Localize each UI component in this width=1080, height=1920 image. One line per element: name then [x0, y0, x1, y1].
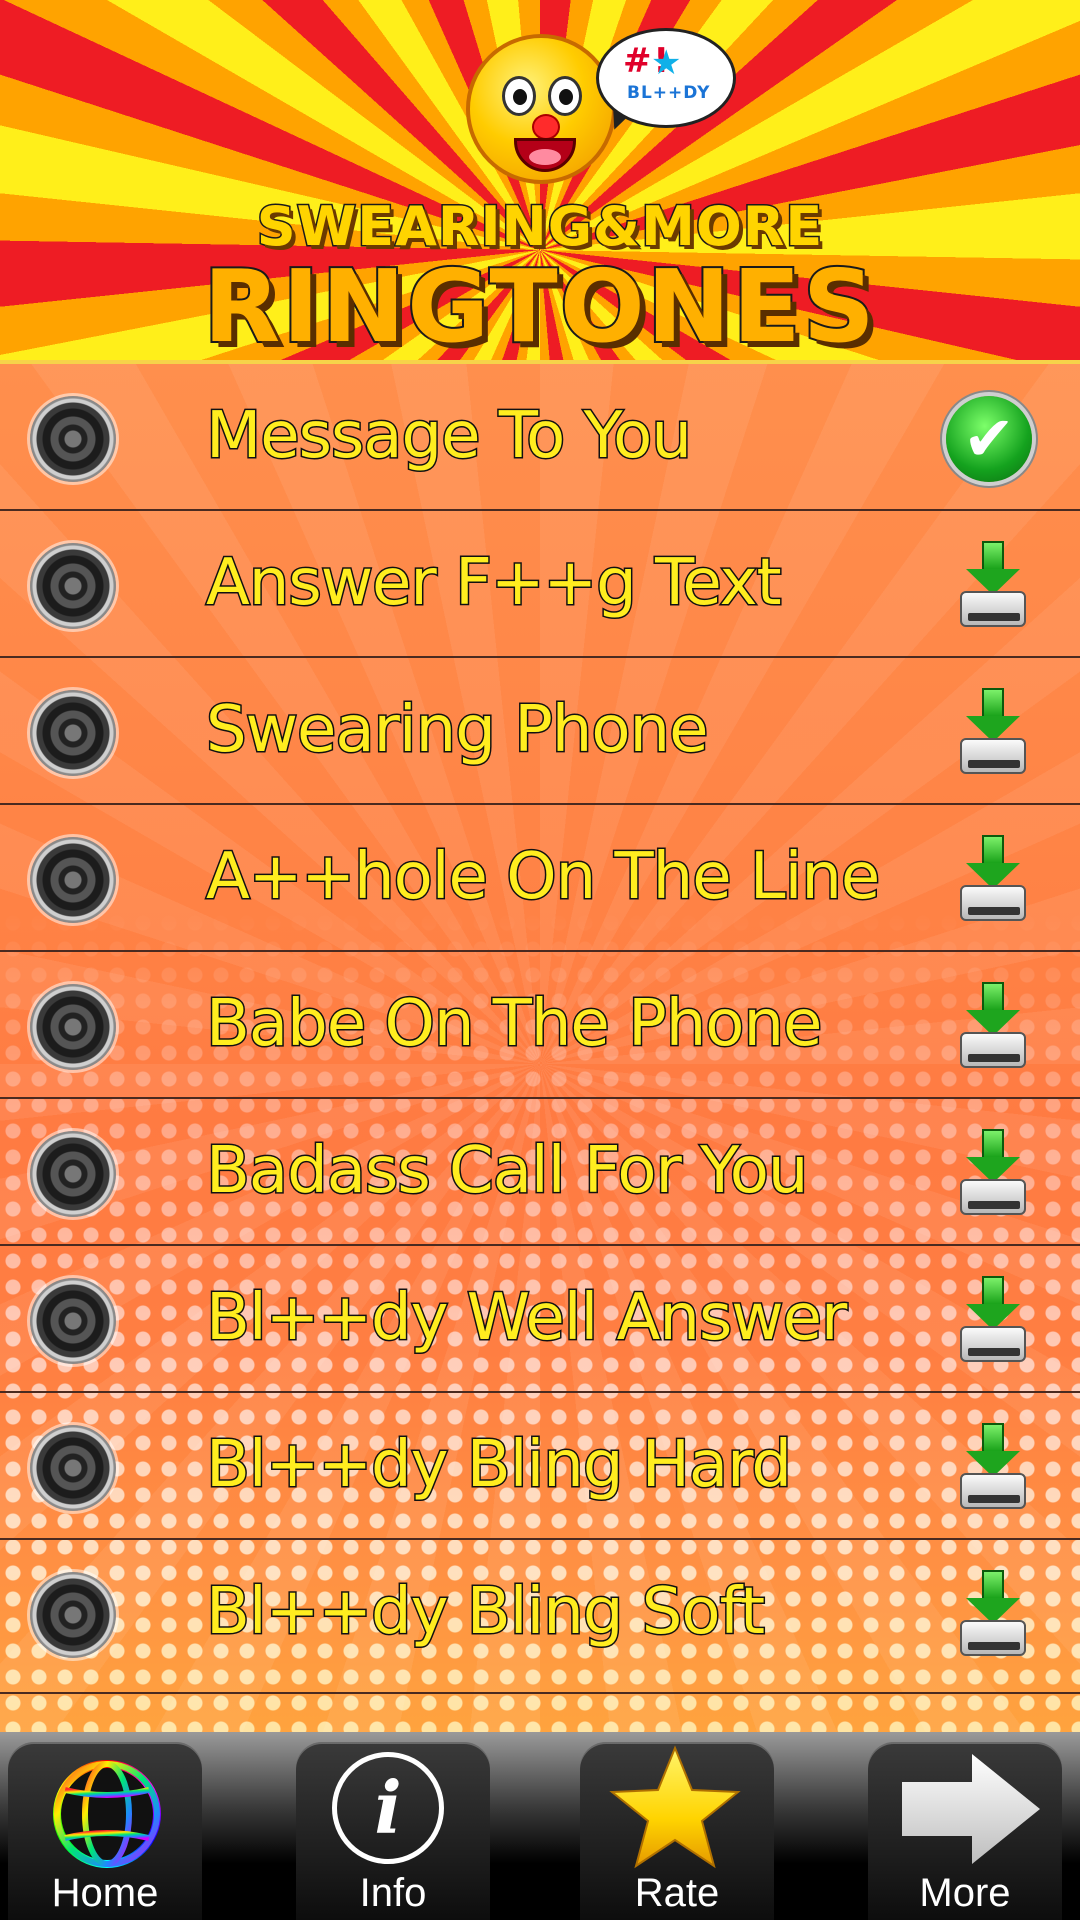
ringtone-title: A++hole On The Line [204, 839, 881, 916]
ringtone-row[interactable]: Bl++dy Well Answer [0, 1246, 1080, 1393]
ringtone-list[interactable]: Message To You ✔ Answer F++g Text Sweari… [0, 364, 1080, 1732]
speaker-icon[interactable] [30, 984, 116, 1070]
download-icon[interactable] [960, 688, 1026, 778]
speaker-icon[interactable] [30, 1278, 116, 1364]
tab-label-more: More [919, 1871, 1011, 1915]
ringtone-row[interactable]: Swearing Phone [0, 658, 1080, 805]
ringtone-title: Bl++dy Well Answer [204, 1280, 848, 1357]
download-icon[interactable] [960, 1276, 1026, 1366]
download-icon[interactable] [960, 835, 1026, 925]
tab-label-info: Info [359, 1871, 427, 1915]
tab-label-home: Home [51, 1871, 159, 1915]
app-header: #! ★ BL++DY SWEARING&MORE RINGTONES [0, 0, 1080, 362]
ringtone-title: Bl++dy Bling Soft [204, 1574, 766, 1651]
ringtone-title: Answer F++g Text [205, 545, 784, 622]
speaker-icon[interactable] [30, 396, 116, 482]
speaker-icon[interactable] [30, 1572, 116, 1658]
tab-more[interactable]: More [868, 1742, 1062, 1920]
logo-line2: RINGTONES [201, 248, 877, 362]
speaker-icon[interactable] [30, 837, 116, 923]
tab-info[interactable]: i Info [296, 1742, 490, 1920]
ringtone-title: Badass Call For You [204, 1133, 809, 1210]
speaker-icon[interactable] [30, 543, 116, 629]
tab-label-rate: Rate [634, 1871, 720, 1915]
ringtone-title: Bl++dy Bling Hard [205, 1427, 794, 1504]
smiley-mascot-icon [466, 34, 616, 184]
ringtone-row[interactable]: Answer F++g Text [0, 511, 1080, 658]
speaker-icon[interactable] [30, 1425, 116, 1511]
ringtone-row[interactable]: Bl++dy Bling Hard [0, 1393, 1080, 1540]
globe-lines [54, 1761, 160, 1867]
ringtone-row[interactable]: Babe On The Phone [0, 952, 1080, 1099]
ringtone-title: Message To You [205, 398, 694, 475]
info-icon: i [332, 1752, 444, 1864]
swear-symbols: #! ★ [623, 41, 684, 83]
download-icon[interactable] [960, 1570, 1026, 1660]
check-icon[interactable]: ✔ [946, 396, 1032, 482]
download-icon[interactable] [960, 541, 1026, 631]
app-logo: SWEARING&MORE RINGTONES [0, 194, 1080, 362]
bottom-tab-bar: Home i Info Rate More [0, 1732, 1080, 1920]
ringtone-row[interactable]: Badass Call For You [0, 1099, 1080, 1246]
download-icon[interactable] [960, 1129, 1026, 1219]
speaker-icon[interactable] [30, 1131, 116, 1217]
star-icon [609, 1745, 741, 1869]
arrow-right-icon [902, 1754, 1040, 1864]
ringtone-title: Swearing Phone [204, 692, 709, 769]
download-icon[interactable] [960, 1423, 1026, 1513]
speaker-icon[interactable] [30, 690, 116, 776]
bubble-word: BL++DY [627, 83, 711, 103]
ringtone-title: Babe On The Phone [204, 986, 823, 1063]
ringtone-row[interactable]: Bl++dy Bling Soft [0, 1540, 1080, 1694]
tab-rate[interactable]: Rate [580, 1742, 774, 1920]
ringtone-row[interactable]: A++hole On The Line [0, 805, 1080, 952]
download-icon[interactable] [960, 982, 1026, 1072]
tab-home[interactable]: Home [8, 1742, 202, 1920]
ringtone-row[interactable]: Message To You ✔ [0, 364, 1080, 511]
speech-bubble: #! ★ BL++DY [596, 28, 736, 128]
